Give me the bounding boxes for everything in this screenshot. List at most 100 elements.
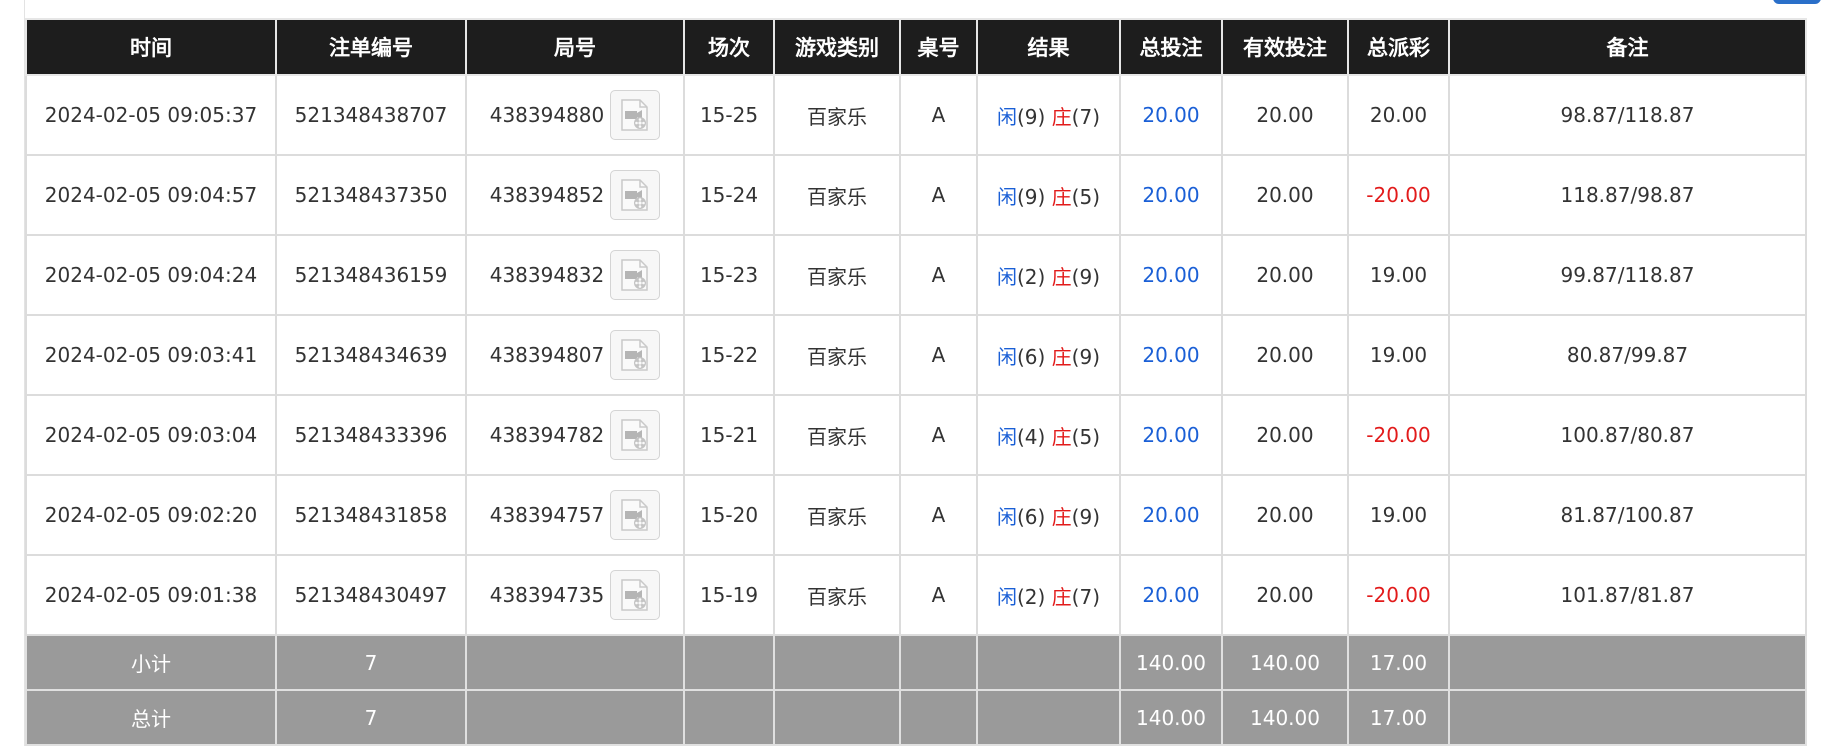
table-row: 2024-02-05 09:02:20 521348431858 438394757… <box>25 474 1807 556</box>
cell-session: 15-23 <box>683 234 775 316</box>
footer-total-bet: 140.00 <box>1119 689 1223 746</box>
header-col-valid-bet: 有效投注 <box>1221 18 1349 76</box>
cell-table: A <box>899 234 978 316</box>
film-reel-icon[interactable] <box>610 250 661 300</box>
footer-empty-cell <box>683 634 775 691</box>
banker-value: (5) <box>1071 424 1101 449</box>
banker-value: (9) <box>1071 264 1101 289</box>
cell-game: 百家乐 <box>773 74 901 156</box>
round-wrapper: 438394782 <box>468 410 682 460</box>
player-value: (9) <box>1016 104 1046 129</box>
cell-table: A <box>899 74 978 156</box>
footer-empty-cell <box>976 634 1121 691</box>
cell-session: 15-22 <box>683 314 775 396</box>
film-reel-icon[interactable] <box>610 490 661 540</box>
round-number: 438394832 <box>489 263 605 287</box>
cell-valid-bet: 20.00 <box>1221 314 1349 396</box>
player-value: (6) <box>1016 504 1046 529</box>
film-reel-icon[interactable] <box>610 90 661 140</box>
cell-table: A <box>899 314 978 396</box>
banker-label: 庄 <box>1051 344 1072 369</box>
cell-valid-bet: 20.00 <box>1221 234 1349 316</box>
cell-time: 2024-02-05 09:03:41 <box>25 314 277 396</box>
player-label: 闲 <box>996 264 1017 289</box>
cell-total-bet: 20.00 <box>1119 314 1223 396</box>
round-number: 438394880 <box>489 103 605 127</box>
cell-time: 2024-02-05 09:01:38 <box>25 554 277 636</box>
cell-game: 百家乐 <box>773 234 901 316</box>
cell-result: 闲(9) 庄(5) <box>976 154 1121 236</box>
banker-value: (7) <box>1071 584 1101 609</box>
cell-note: 101.87/81.87 <box>1448 554 1807 636</box>
top-right-button[interactable] <box>1773 0 1821 4</box>
film-reel-icon[interactable] <box>610 410 661 460</box>
player-label: 闲 <box>996 584 1017 609</box>
cell-session: 15-25 <box>683 74 775 156</box>
cell-round: 438394735 <box>465 554 685 636</box>
round-wrapper: 438394852 <box>468 170 682 220</box>
film-reel-icon[interactable] <box>610 170 661 220</box>
cell-bet-id: 521348438707 <box>275 74 467 156</box>
film-reel-icon[interactable] <box>610 330 661 380</box>
cell-session: 15-24 <box>683 154 775 236</box>
footer-empty-cell <box>465 634 685 691</box>
header-col-bet-id: 注单编号 <box>275 18 467 76</box>
cell-valid-bet: 20.00 <box>1221 554 1349 636</box>
player-label: 闲 <box>996 184 1017 209</box>
cell-game: 百家乐 <box>773 154 901 236</box>
banker-value: (5) <box>1071 184 1101 209</box>
footer-payout: 17.00 <box>1347 689 1450 746</box>
cell-bet-id: 521348431858 <box>275 474 467 556</box>
cell-valid-bet: 20.00 <box>1221 74 1349 156</box>
cell-total-bet: 20.00 <box>1119 554 1223 636</box>
cell-total-bet: 20.00 <box>1119 154 1223 236</box>
footer-label: 总计 <box>25 689 277 746</box>
cell-valid-bet: 20.00 <box>1221 474 1349 556</box>
cell-note: 80.87/99.87 <box>1448 314 1807 396</box>
header-col-payout: 总派彩 <box>1347 18 1450 76</box>
table-row: 2024-02-05 09:01:38 521348430497 438394735… <box>25 554 1807 636</box>
cell-bet-id: 521348430497 <box>275 554 467 636</box>
round-wrapper: 438394880 <box>468 90 682 140</box>
cell-round: 438394880 <box>465 74 685 156</box>
player-label: 闲 <box>996 424 1017 449</box>
cell-result: 闲(2) 庄(9) <box>976 234 1121 316</box>
footer-empty-cell <box>773 634 901 691</box>
table-row: 2024-02-05 09:04:57 521348437350 438394852… <box>25 154 1807 236</box>
table-body: 2024-02-05 09:05:37 521348438707 438394880… <box>25 74 1807 636</box>
round-number: 438394807 <box>489 343 605 367</box>
cell-total-bet: 20.00 <box>1119 474 1223 556</box>
header-col-session: 场次 <box>683 18 775 76</box>
cell-round: 438394832 <box>465 234 685 316</box>
player-value: (6) <box>1016 344 1046 369</box>
film-reel-icon[interactable] <box>610 570 661 620</box>
table-footer: 小计 7 140.00 140.00 17.00 总计 7 140.00 140.00 17.00 <box>25 634 1807 746</box>
player-value: (2) <box>1016 264 1046 289</box>
cell-session: 15-19 <box>683 554 775 636</box>
cell-time: 2024-02-05 09:04:57 <box>25 154 277 236</box>
cell-note: 118.87/98.87 <box>1448 154 1807 236</box>
banker-label: 庄 <box>1051 264 1072 289</box>
footer-valid-bet: 140.00 <box>1221 689 1349 746</box>
footer-empty-cell <box>899 634 978 691</box>
footer-label: 小计 <box>25 634 277 691</box>
cell-payout: 20.00 <box>1347 74 1450 156</box>
cell-valid-bet: 20.00 <box>1221 154 1349 236</box>
cell-round: 438394807 <box>465 314 685 396</box>
cell-result: 闲(9) 庄(7) <box>976 74 1121 156</box>
cell-game: 百家乐 <box>773 474 901 556</box>
cell-note: 98.87/118.87 <box>1448 74 1807 156</box>
footer-total-bet: 140.00 <box>1119 634 1223 691</box>
footer-empty-cell <box>773 689 901 746</box>
player-value: (4) <box>1016 424 1046 449</box>
footer-count: 7 <box>275 634 467 691</box>
footer-empty-cell <box>1448 634 1807 691</box>
cell-time: 2024-02-05 09:05:37 <box>25 74 277 156</box>
cell-note: 99.87/118.87 <box>1448 234 1807 316</box>
cell-bet-id: 521348433396 <box>275 394 467 476</box>
round-wrapper: 438394757 <box>468 490 682 540</box>
header-col-round: 局号 <box>465 18 685 76</box>
round-wrapper: 438394807 <box>468 330 682 380</box>
banker-label: 庄 <box>1051 584 1072 609</box>
footer-empty-cell <box>899 689 978 746</box>
